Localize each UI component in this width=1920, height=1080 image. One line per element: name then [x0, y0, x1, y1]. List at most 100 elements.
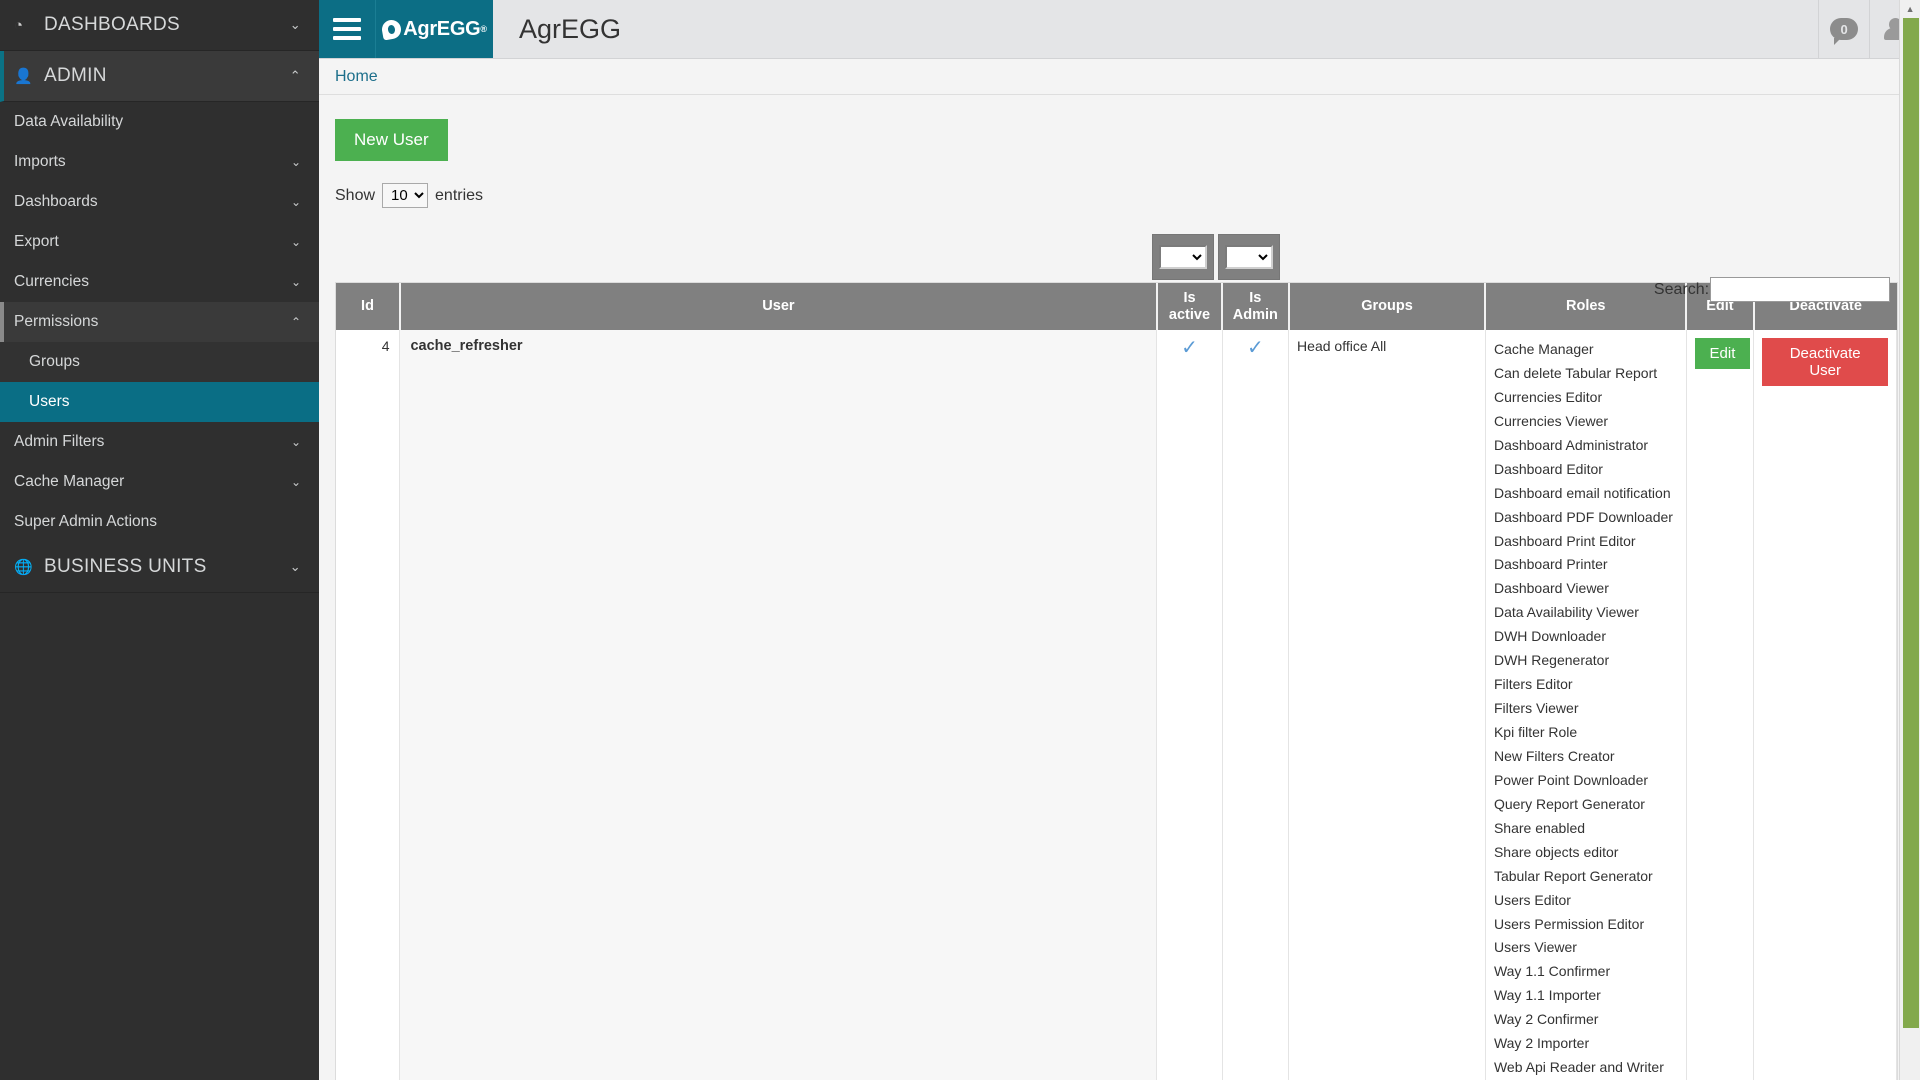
sidebar-subitem-users[interactable]: Users [0, 382, 319, 422]
role-item: Dashboard email notification [1493, 484, 1671, 501]
users-table-wrapper: Id User Is active Is Admin Groups Roles Ed… [335, 282, 1899, 1080]
sidebar-item-label: Cache Manager [14, 473, 125, 490]
notification-count: 0 [1840, 21, 1848, 37]
chevron-down-icon: ⌄ [289, 559, 301, 574]
sidebar-item-imports[interactable]: Imports ⌄ [0, 142, 319, 182]
hamburger-icon [333, 13, 361, 45]
deactivate-user-button[interactable]: Deactivate User [1762, 338, 1889, 386]
new-user-button[interactable]: New User [335, 119, 448, 161]
sidebar-item-permissions[interactable]: Permissions ⌃ [0, 302, 319, 342]
edit-button[interactable]: Edit [1694, 338, 1751, 369]
role-item: Dashboard Viewer [1493, 580, 1609, 597]
logo-text: AgrEGG [403, 17, 481, 40]
main-area: AgrEGG ® AgrEGG 0 Home New User Show 10 … [319, 0, 1920, 1080]
chevron-down-icon: ⌄ [289, 17, 301, 32]
role-item: Currencies Editor [1493, 388, 1603, 405]
users-table: Id User Is active Is Admin Groups Roles Ed… [336, 283, 1898, 1080]
cell-id: 4 [336, 330, 401, 1080]
registered-mark: ® [480, 24, 487, 34]
users-table-body: 4 cache_refresher ✓ ✓ Head office All Cache M… [336, 330, 1898, 1080]
vertical-scrollbar[interactable]: ▲ [1899, 0, 1920, 1080]
sidebar-subitem-groups[interactable]: Groups [0, 342, 319, 382]
cell-user: cache_refresher [399, 330, 1158, 1080]
chevron-down-icon: ⌄ [290, 195, 301, 209]
sidebar-item-data-availability[interactable]: Data Availability [0, 102, 319, 142]
sidebar-section-admin[interactable]: ADMIN ⌃ [0, 51, 319, 102]
sidebar-item-label: Data Availability [14, 113, 124, 130]
sidebar-section-business-units-label: BUSINESS UNITS [44, 556, 207, 577]
role-item: Cache Manager [1493, 341, 1594, 357]
show-entries-prefix: Show [335, 186, 376, 204]
sidebar-item-label: Permissions [14, 313, 99, 330]
role-item: Filters Editor [1493, 676, 1573, 693]
column-header-id[interactable]: Id [336, 283, 401, 330]
sidebar-subitem-label: Groups [29, 353, 80, 370]
sidebar-item-export[interactable]: Export ⌄ [0, 222, 319, 262]
role-item: Data Availability Viewer [1493, 604, 1639, 621]
is-admin-filter[interactable] [1225, 245, 1273, 269]
check-icon: ✓ [1181, 337, 1198, 359]
cell-deactivate: Deactivate User [1753, 330, 1898, 1080]
sidebar-item-label: Currencies [14, 273, 89, 290]
role-item: Filters Viewer [1493, 700, 1579, 717]
brand-area: AgrEGG ® [319, 0, 493, 58]
sidebar-section-admin-label: ADMIN [44, 65, 107, 86]
search-label: Search: [1653, 280, 1710, 298]
scrollbar-thumb[interactable] [1903, 18, 1920, 1028]
column-header-user[interactable]: User [399, 283, 1158, 330]
role-item: Currencies Viewer [1493, 412, 1609, 429]
sidebar-item-dashboards[interactable]: Dashboards ⌄ [0, 182, 319, 222]
search-input[interactable] [1710, 277, 1891, 302]
check-icon: ✓ [1246, 337, 1264, 359]
scroll-up-arrow-icon[interactable]: ▲ [1900, 0, 1920, 18]
role-item: Dashboard Print Editor [1493, 532, 1636, 549]
role-item: Users Viewer [1493, 939, 1577, 956]
chevron-down-icon: ⌄ [290, 435, 301, 449]
sidebar-item-cache-manager[interactable]: Cache Manager ⌄ [0, 462, 319, 502]
role-item: Can delete Tabular Report [1493, 364, 1658, 381]
sidebar-item-currencies[interactable]: Currencies ⌄ [0, 262, 319, 302]
role-item: Tabular Report Generator [1493, 867, 1653, 884]
content-area: New User Show 10 entries Search: Id User… [319, 95, 1920, 1080]
role-item: Dashboard PDF Downloader [1493, 508, 1673, 525]
egg-logo-icon [380, 17, 403, 41]
role-item: Users Editor [1493, 891, 1571, 908]
search-control: Search: [1653, 277, 1891, 302]
chevron-down-icon: ⌄ [290, 235, 301, 249]
role-item: Web Api Reader and Writer [1493, 1059, 1664, 1076]
column-header-is-active[interactable]: Is active [1156, 283, 1224, 330]
sidebar-section-business-units[interactable]: BUSINESS UNITS ⌄ [0, 542, 319, 593]
page-title: AgrEGG [519, 13, 622, 44]
cell-edit: Edit [1686, 330, 1755, 1080]
breadcrumb: Home [319, 59, 1920, 95]
menu-toggle-button[interactable] [319, 0, 376, 58]
app-logo[interactable]: AgrEGG ® [376, 0, 493, 58]
role-item: Dashboard Editor [1493, 460, 1603, 477]
sidebar-section-dashboards[interactable]: DASHBOARDS ⌄ [0, 0, 319, 51]
entries-per-page-select[interactable]: 10 [382, 183, 429, 208]
cell-is-active: ✓ [1156, 330, 1223, 1080]
is-admin-filter-cell [1218, 234, 1280, 280]
sidebar-item-label: Super Admin Actions [14, 513, 158, 530]
breadcrumb-home-link[interactable]: Home [335, 68, 378, 86]
column-header-is-admin[interactable]: Is Admin [1222, 283, 1290, 330]
chevron-up-icon: ⌃ [289, 68, 301, 83]
role-item: DWH Regenerator [1493, 652, 1610, 669]
show-entries-control: Show 10 entries [335, 183, 1898, 208]
chevron-up-icon: ⌃ [290, 315, 301, 329]
chat-bubble-icon: 0 [1830, 18, 1859, 45]
person-add-icon [14, 67, 40, 85]
sidebar-section-dashboards-label: DASHBOARDS [44, 14, 181, 35]
role-item: Way 2 Confirmer [1493, 1011, 1599, 1028]
role-item: Share objects editor [1493, 843, 1619, 860]
role-item: Way 2 Importer [1493, 1035, 1590, 1052]
top-header: AgrEGG ® AgrEGG 0 [319, 0, 1920, 59]
sidebar-item-super-admin-actions[interactable]: Super Admin Actions [0, 502, 319, 542]
column-header-groups[interactable]: Groups [1288, 283, 1487, 330]
chevron-down-icon: ⌄ [290, 155, 301, 169]
notifications-button[interactable]: 0 [1818, 0, 1869, 58]
is-active-filter[interactable] [1159, 245, 1207, 269]
sidebar-item-admin-filters[interactable]: Admin Filters ⌄ [0, 422, 319, 462]
chevron-down-icon: ⌄ [290, 475, 301, 489]
role-item: DWH Downloader [1493, 628, 1606, 645]
